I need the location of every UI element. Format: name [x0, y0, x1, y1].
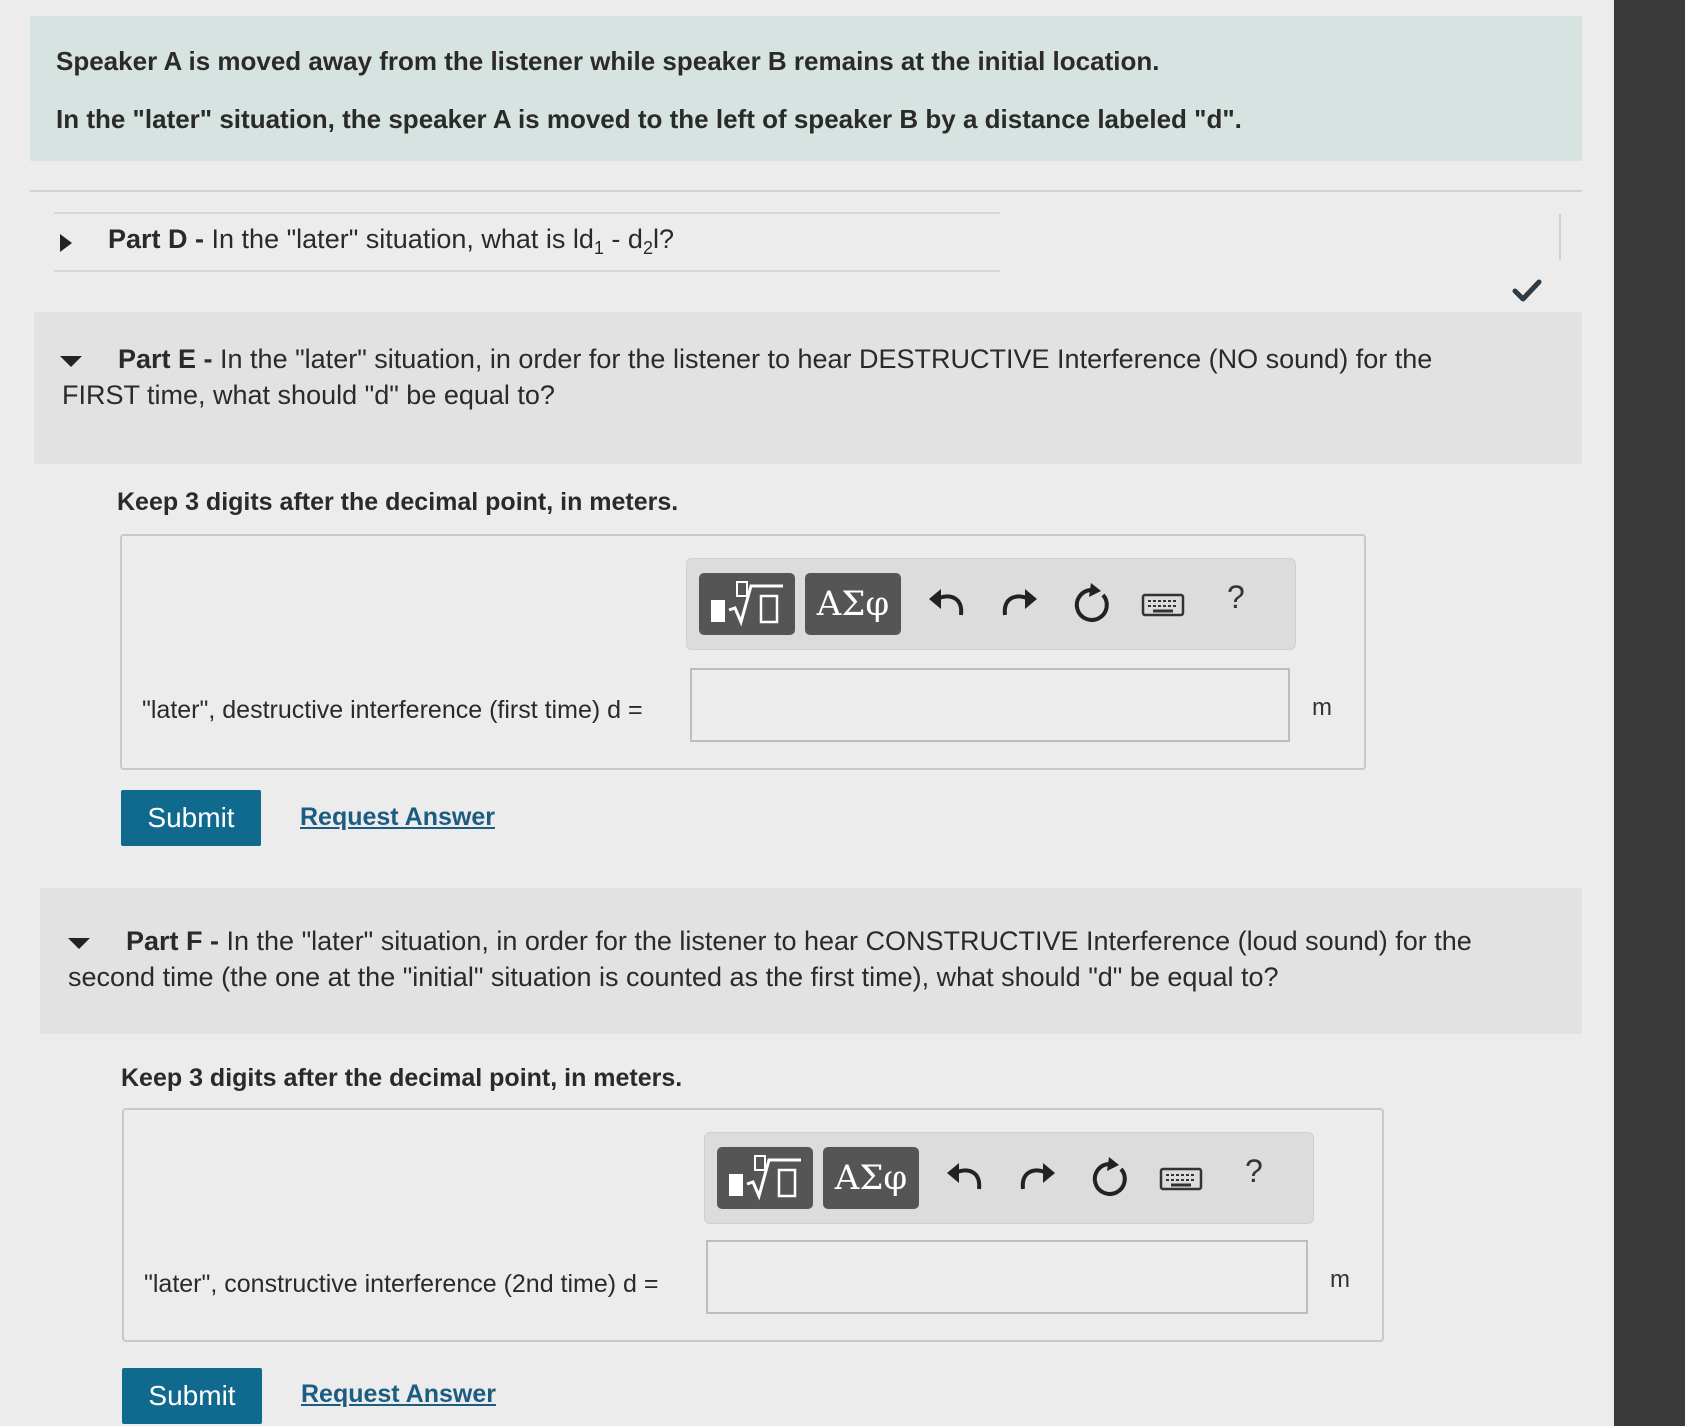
keyboard-icon[interactable]: [1139, 581, 1187, 629]
reset-icon[interactable]: [1067, 581, 1115, 629]
part-e-answer-box: ΑΣφ ? "later", destructive interference …: [120, 534, 1366, 770]
greek-symbols-button[interactable]: ΑΣφ: [805, 573, 901, 635]
part-f-question-line-1: Part F - In the "later" situation, in or…: [126, 926, 1472, 956]
part-d-header[interactable]: Part D - In the "later" situation, what …: [54, 212, 1000, 272]
help-icon[interactable]: ?: [1245, 1153, 1263, 1190]
greek-symbols-button[interactable]: ΑΣφ: [823, 1147, 919, 1209]
part-e-submit-button[interactable]: Submit: [121, 790, 261, 846]
part-d-title: Part D - In the "later" situation, what …: [108, 224, 674, 258]
problem-intro: Speaker A is moved away from the listene…: [30, 16, 1582, 161]
expand-triangle-icon[interactable]: [60, 234, 72, 252]
part-f-math-toolbar: ΑΣφ ?: [704, 1132, 1314, 1224]
collapse-triangle-icon[interactable]: [68, 938, 90, 949]
screen-bezel: [1614, 0, 1685, 1426]
part-e-instruction: Keep 3 digits after the decimal point, i…: [117, 488, 679, 516]
redo-icon[interactable]: [995, 581, 1043, 629]
undo-icon[interactable]: [923, 581, 971, 629]
part-f-answer-input[interactable]: [706, 1240, 1308, 1314]
reset-icon[interactable]: [1085, 1155, 1133, 1203]
part-f-question-line-2: second time (the one at the "initial" si…: [68, 962, 1279, 992]
templates-button[interactable]: [699, 573, 795, 635]
part-f-header[interactable]: Part F - In the "later" situation, in or…: [40, 888, 1582, 1034]
part-f-request-answer-link[interactable]: Request Answer: [301, 1380, 496, 1409]
undo-icon[interactable]: [941, 1155, 989, 1203]
intro-line-1: Speaker A is moved away from the listene…: [56, 46, 1160, 76]
part-f-field-label: "later", constructive interference (2nd …: [144, 1270, 659, 1298]
templates-icon: [729, 1155, 801, 1201]
intro-line-2: In the "later" situation, the speaker A …: [56, 104, 1242, 134]
part-d-edge: [1559, 214, 1561, 260]
templates-icon: [711, 581, 783, 627]
part-f-unit: m: [1330, 1266, 1350, 1293]
part-f-answer-box: ΑΣφ ? "later", constructive interference…: [122, 1108, 1384, 1342]
part-e-field-label: "later", destructive interference (first…: [142, 696, 643, 724]
page: Speaker A is moved away from the listene…: [0, 0, 1614, 1426]
part-e-question-line-1: Part E - In the "later" situation, in or…: [118, 344, 1433, 374]
check-icon: [1512, 279, 1542, 302]
part-f-instruction: Keep 3 digits after the decimal point, i…: [121, 1064, 683, 1092]
part-e-request-answer-link[interactable]: Request Answer: [300, 803, 495, 832]
templates-button[interactable]: [717, 1147, 813, 1209]
redo-icon[interactable]: [1013, 1155, 1061, 1203]
part-e-header[interactable]: Part E - In the "later" situation, in or…: [34, 312, 1582, 464]
part-e-unit: m: [1312, 694, 1332, 721]
part-f-submit-button[interactable]: Submit: [122, 1368, 262, 1424]
collapse-triangle-icon[interactable]: [60, 356, 82, 367]
divider: [30, 190, 1582, 192]
part-e-answer-input[interactable]: [690, 668, 1290, 742]
help-icon[interactable]: ?: [1227, 579, 1245, 616]
keyboard-icon[interactable]: [1157, 1155, 1205, 1203]
part-e-question-line-2: FIRST time, what should "d" be equal to?: [62, 380, 555, 410]
part-e-math-toolbar: ΑΣφ ?: [686, 558, 1296, 650]
